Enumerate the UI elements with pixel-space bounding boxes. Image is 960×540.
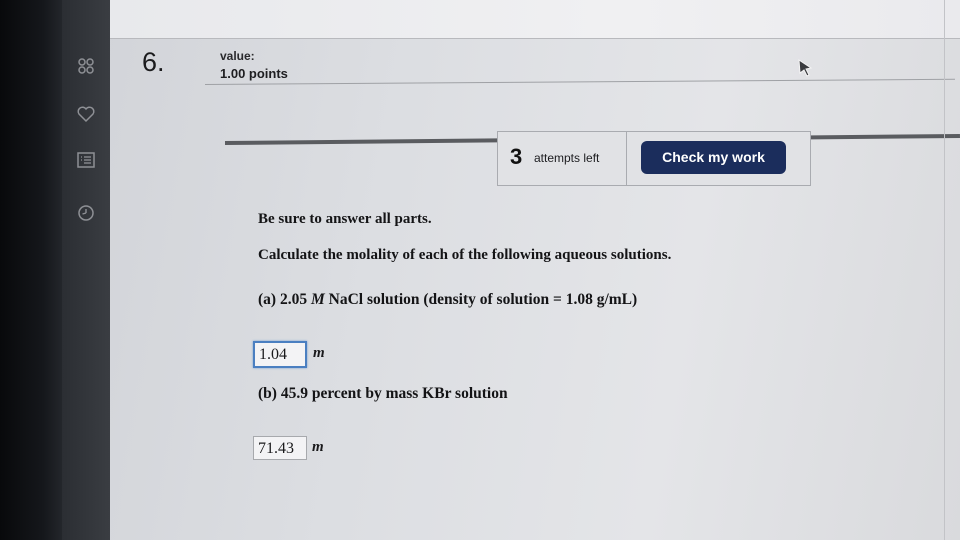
grid-icon[interactable] xyxy=(76,56,96,76)
header-divider xyxy=(204,78,955,85)
part-a-answer-input[interactable]: 1.04 xyxy=(253,341,307,368)
attempts-label: attempts left xyxy=(534,151,600,165)
points-value: 1.00 points xyxy=(220,66,288,81)
check-my-work-button[interactable]: Check my work xyxy=(641,141,786,174)
attempts-indicator: 3 attempts left xyxy=(498,132,627,185)
part-a-molar-symbol: M xyxy=(310,291,325,308)
monitor-bezel xyxy=(0,0,62,540)
action-panel: 3 attempts left Check my work xyxy=(497,131,811,186)
part-b-text: (b) 45.9 percent by mass KBr solution xyxy=(258,385,508,402)
right-edge-divider xyxy=(944,0,945,540)
top-header-bar xyxy=(110,0,960,39)
part-b-unit: m xyxy=(312,439,324,455)
value-label: value: xyxy=(220,49,255,63)
part-a-unit: m xyxy=(313,345,325,361)
attempts-count: 3 xyxy=(510,144,523,169)
part-b-answer-input[interactable]: 71.43 xyxy=(253,436,307,460)
part-a-description: NaCl solution (density of solution = 1.0… xyxy=(324,291,638,308)
part-a-label: (a) 2.05 xyxy=(258,291,311,308)
instruction-text: Be sure to answer all parts. xyxy=(258,211,432,227)
question-number: 6. xyxy=(142,47,165,77)
heart-icon[interactable] xyxy=(76,104,96,124)
list-icon[interactable] xyxy=(76,150,96,170)
part-a-text: (a) 2.05 M NaCl solution (density of sol… xyxy=(258,291,637,309)
mouse-cursor-icon xyxy=(797,58,815,78)
question-prompt: Calculate the molality of each of the fo… xyxy=(258,247,672,263)
app-sidebar xyxy=(62,0,110,540)
clock-icon[interactable] xyxy=(76,203,96,223)
